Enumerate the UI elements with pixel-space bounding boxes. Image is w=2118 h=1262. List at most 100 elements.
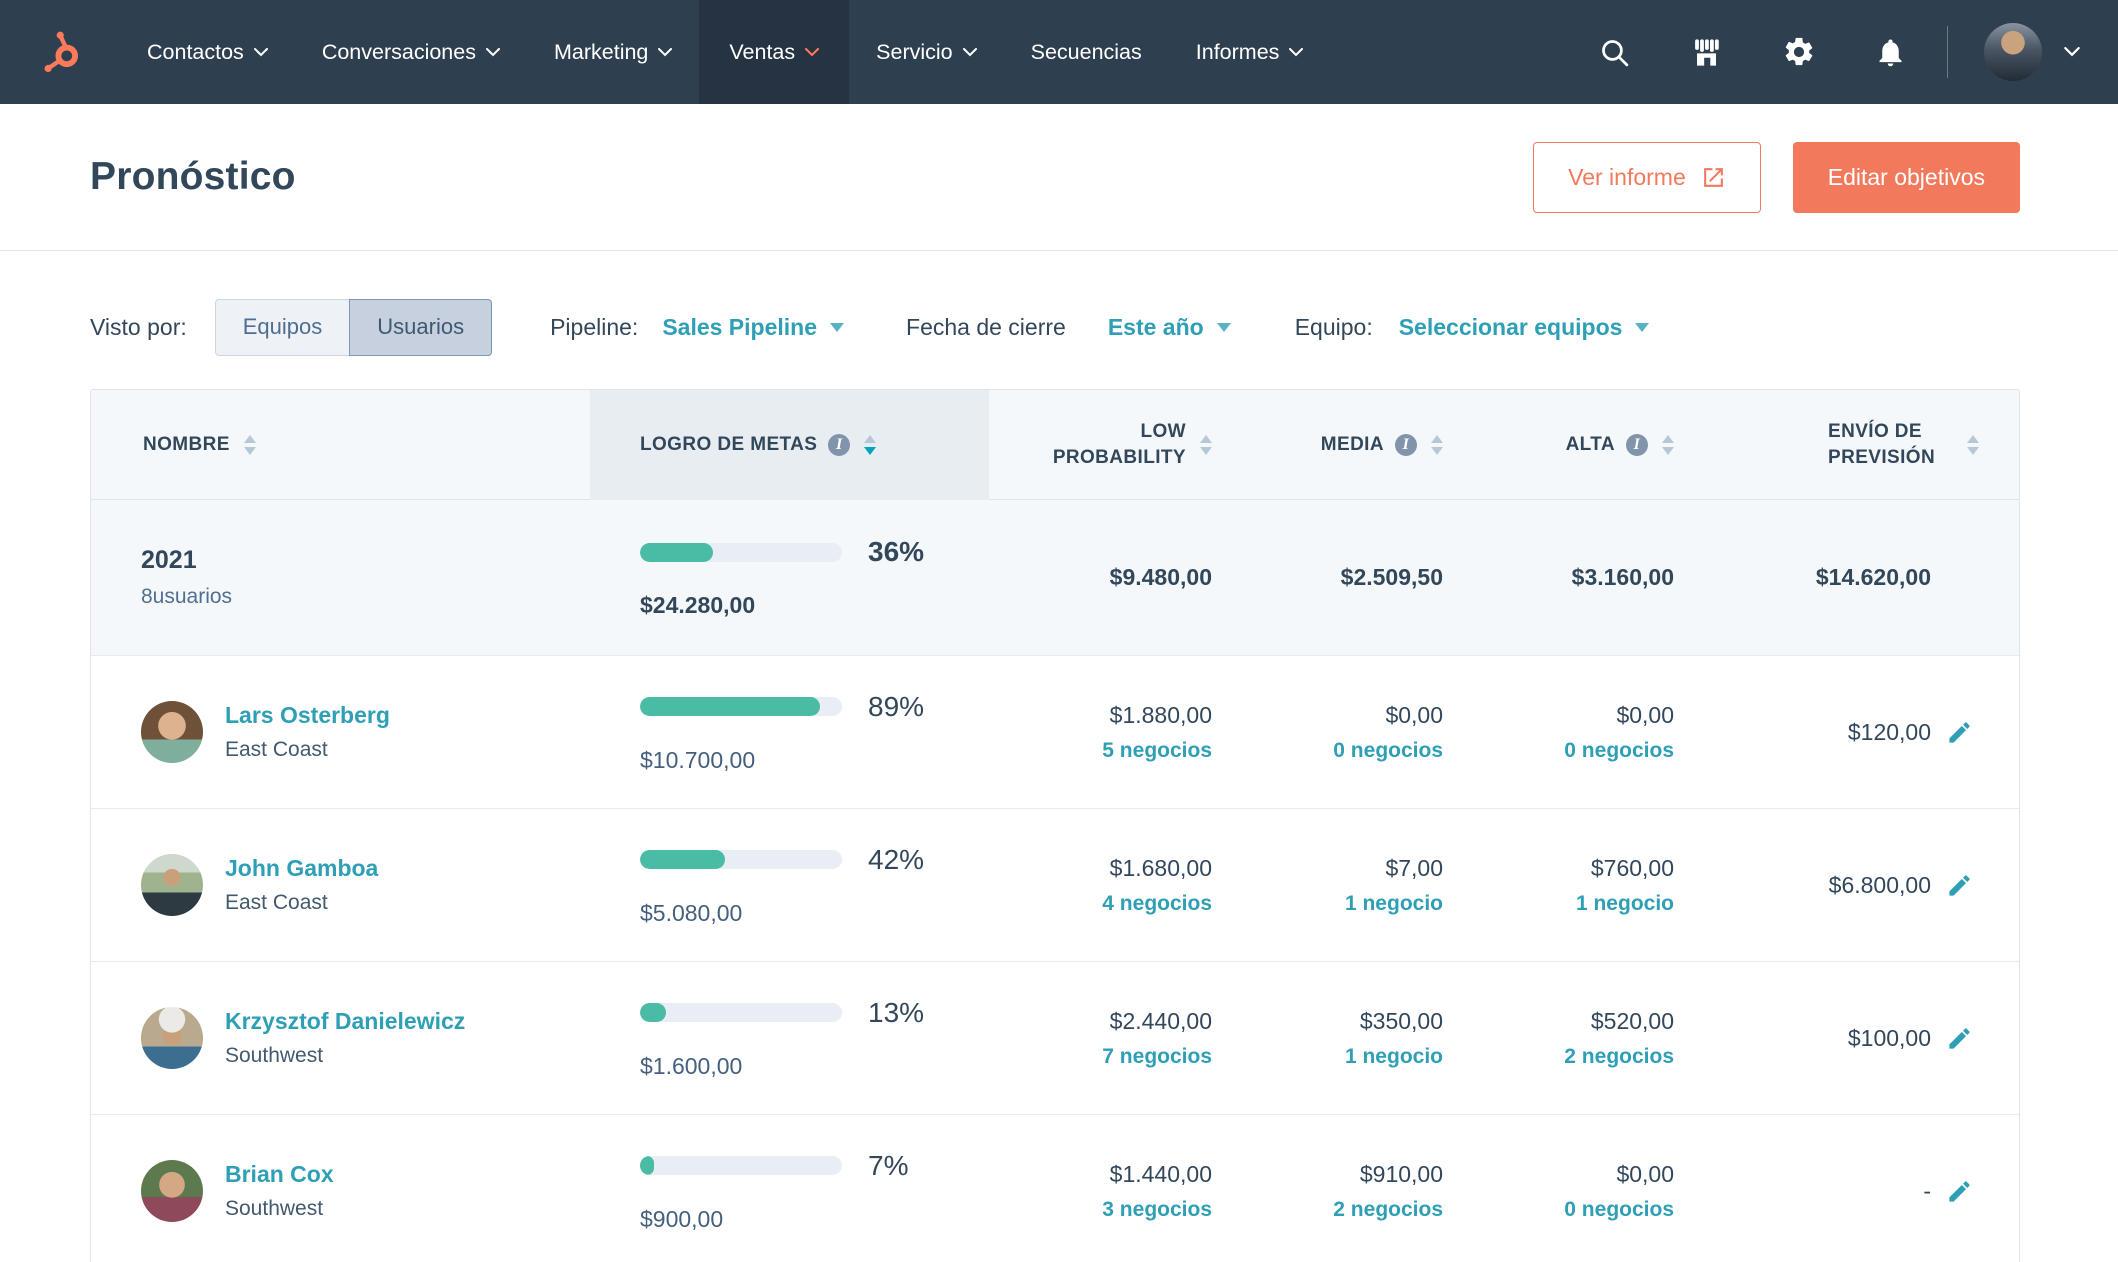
- user-avatar[interactable]: [1984, 23, 2042, 81]
- deals-link[interactable]: 1 negocio: [1345, 892, 1443, 916]
- edit-forecast-icon[interactable]: [1946, 719, 1973, 746]
- goal-percent: 13%: [868, 996, 925, 1028]
- deals-link[interactable]: 1 negocio: [1345, 1045, 1443, 1069]
- goal-amount: $5.080,00: [640, 899, 743, 926]
- view-report-button[interactable]: Ver informe: [1533, 141, 1761, 213]
- sort-arrows-icon: [1431, 435, 1443, 455]
- deals-link[interactable]: 0 negocios: [1333, 739, 1443, 763]
- notifications-bell-icon[interactable]: [1874, 36, 1907, 69]
- toggle-equipos-button[interactable]: Equipos: [214, 298, 351, 356]
- deals-link[interactable]: 1 negocio: [1576, 892, 1674, 916]
- low-probability-amount: $1.440,00: [1109, 1160, 1212, 1187]
- settings-gear-icon[interactable]: [1782, 35, 1816, 69]
- goal-amount: $900,00: [640, 1205, 724, 1232]
- goal-progress-bar: [640, 850, 842, 869]
- team-dropdown[interactable]: Seleccionar equipos: [1399, 314, 1650, 341]
- media-amount: $7,00: [1385, 854, 1443, 881]
- alta-total: $3.160,00: [1571, 564, 1674, 590]
- media-total: $2.509,50: [1340, 564, 1443, 590]
- media-amount: $0,00: [1385, 701, 1443, 728]
- nav-item-contactos[interactable]: Contactos: [120, 0, 295, 104]
- sort-arrows-icon: [1200, 435, 1212, 455]
- media-amount: $910,00: [1359, 1160, 1443, 1187]
- info-icon[interactable]: [1395, 434, 1417, 456]
- column-header-media[interactable]: Media: [1222, 390, 1453, 500]
- column-header-nombre[interactable]: Nombre: [91, 390, 590, 500]
- column-header-envio-de-prevision[interactable]: Envío de previsión: [1684, 390, 2019, 500]
- header-actions: Ver informe Editar objetivos: [1533, 141, 2020, 213]
- deals-link[interactable]: 3 negocios: [1102, 1198, 1212, 1222]
- low-probability-total: $9.480,00: [1109, 564, 1212, 590]
- edit-goals-button[interactable]: Editar objetivos: [1792, 141, 2020, 213]
- summary-user-count: 8usuarios: [141, 585, 233, 608]
- user-name-link[interactable]: Brian Cox: [225, 1161, 334, 1188]
- goal-progress-bar: [640, 542, 842, 562]
- user-name-link[interactable]: John Gamboa: [225, 855, 378, 882]
- nav-item-ventas[interactable]: Ventas: [699, 0, 850, 104]
- close-date-dropdown[interactable]: Este año: [1108, 314, 1231, 341]
- deals-link[interactable]: 4 negocios: [1102, 892, 1212, 916]
- toggle-usuarios-button[interactable]: Usuarios: [349, 298, 493, 356]
- low-probability-amount: $2.440,00: [1109, 1007, 1212, 1034]
- edit-forecast-icon[interactable]: [1946, 872, 1973, 899]
- forecast-table: Nombre Logro de metas Low Probability Me…: [90, 389, 2020, 1262]
- pipeline-label: Pipeline:: [550, 313, 639, 340]
- deals-link[interactable]: 0 negocios: [1564, 1198, 1674, 1222]
- view-by-label: Visto por:: [90, 313, 187, 340]
- goal-percent: 7%: [868, 1149, 909, 1181]
- edit-forecast-icon[interactable]: [1946, 1178, 1973, 1205]
- page-title: Pronóstico: [90, 155, 296, 198]
- nav-utilities: [1540, 23, 2080, 81]
- forecast-amount: $6.800,00: [1828, 871, 1931, 898]
- user-team: Southwest: [225, 1197, 324, 1220]
- deals-link[interactable]: 7 negocios: [1102, 1045, 1212, 1069]
- view-toggle: Equipos Usuarios: [214, 298, 493, 356]
- deals-link[interactable]: 5 negocios: [1102, 739, 1212, 763]
- nav-item-conversaciones[interactable]: Conversaciones: [295, 0, 527, 104]
- marketplace-icon[interactable]: [1689, 35, 1724, 70]
- avatar: [141, 854, 203, 916]
- goal-progress-bar: [640, 1003, 842, 1022]
- goal-amount: $10.700,00: [640, 746, 756, 773]
- column-header-alta[interactable]: Alta: [1453, 390, 1684, 500]
- nav-item-marketing[interactable]: Marketing: [527, 0, 699, 104]
- deals-link[interactable]: 2 negocios: [1333, 1198, 1443, 1222]
- deals-link[interactable]: 0 negocios: [1564, 739, 1674, 763]
- nav-item-secuencias[interactable]: Secuencias: [1004, 0, 1169, 104]
- pipeline-dropdown[interactable]: Sales Pipeline: [662, 314, 844, 341]
- table-row: Brian Cox Southwest 7% $900,00 $1.440,00…: [91, 1114, 2019, 1262]
- nav-item-informes[interactable]: Informes: [1169, 0, 1331, 104]
- info-icon[interactable]: [828, 434, 851, 456]
- page-header: Pronóstico Ver informe Editar objetivos: [0, 104, 2118, 251]
- hubspot-logo[interactable]: [38, 29, 84, 75]
- search-icon[interactable]: [1598, 36, 1631, 69]
- forecast-amount: $120,00: [1847, 718, 1931, 745]
- table-row: John Gamboa East Coast 42% $5.080,00 $1.…: [91, 808, 2019, 961]
- user-name-link[interactable]: Krzysztof Danielewicz: [225, 1008, 465, 1035]
- media-amount: $350,00: [1359, 1007, 1443, 1034]
- info-icon[interactable]: [1626, 434, 1648, 456]
- column-header-low-probability[interactable]: Low Probability: [989, 390, 1222, 500]
- table-row: Lars Osterberg East Coast 89% $10.700,00…: [91, 655, 2019, 808]
- alta-amount: $0,00: [1616, 701, 1674, 728]
- chevron-down-icon: [253, 47, 268, 57]
- external-link-icon: [1701, 165, 1726, 190]
- account-chevron-down-icon[interactable]: [2064, 47, 2080, 57]
- edit-forecast-icon[interactable]: [1946, 1025, 1973, 1052]
- summary-year: 2021: [141, 546, 197, 574]
- column-header-logro-de-metas[interactable]: Logro de metas: [590, 390, 989, 500]
- close-date-label: Fecha de cierre: [906, 313, 1066, 340]
- alta-amount: $0,00: [1616, 1160, 1674, 1187]
- alta-amount: $760,00: [1590, 854, 1674, 881]
- user-name-link[interactable]: Lars Osterberg: [225, 702, 390, 729]
- user-team: East Coast: [225, 891, 328, 914]
- avatar: [141, 1007, 203, 1069]
- chevron-down-icon: [485, 47, 500, 57]
- sort-arrows-icon: [1967, 435, 1979, 455]
- goal-percent: 89%: [868, 690, 925, 722]
- deals-link[interactable]: 2 negocios: [1564, 1045, 1674, 1069]
- sort-arrows-icon: [1662, 435, 1674, 455]
- chevron-down-icon: [658, 47, 673, 57]
- user-team: Southwest: [225, 1044, 324, 1067]
- nav-item-servicio[interactable]: Servicio: [849, 0, 1003, 104]
